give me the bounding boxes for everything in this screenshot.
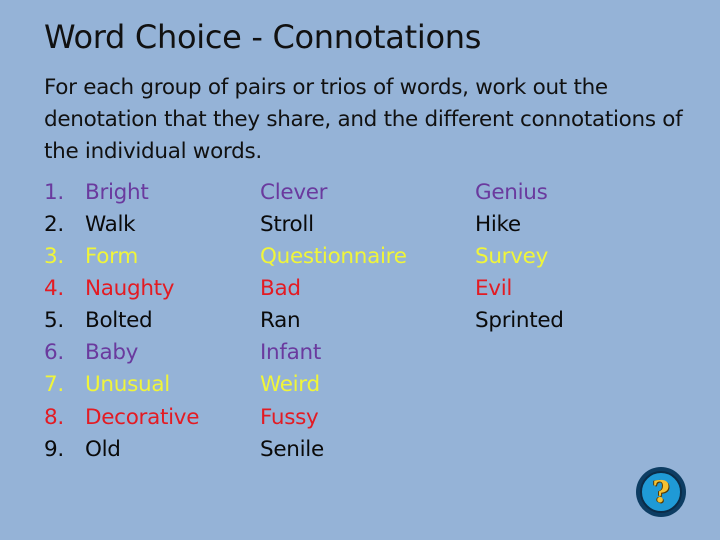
word-1: Unusual [85, 372, 170, 397]
word-3: Genius [475, 180, 548, 205]
word-2: Questionnaire [260, 244, 407, 269]
question-mark-icon: ? [640, 471, 682, 513]
row-number: 7. [44, 372, 64, 397]
word-group-row: 3. Form Questionnaire Survey [0, 244, 720, 276]
row-number: 6. [44, 340, 64, 365]
word-3: Survey [475, 244, 548, 269]
word-1: Naughty [85, 276, 175, 301]
word-3: Evil [475, 276, 513, 301]
row-number: 9. [44, 437, 64, 462]
word-2: Bad [260, 276, 301, 301]
word-1: Decorative [85, 405, 200, 430]
row-number: 2. [44, 212, 64, 237]
row-number: 4. [44, 276, 64, 301]
row-number: 3. [44, 244, 64, 269]
word-group-row: 7. Unusual Weird [0, 372, 720, 404]
word-2: Fussy [260, 405, 319, 430]
word-2: Clever [260, 180, 328, 205]
row-number: 1. [44, 180, 64, 205]
word-1: Baby [85, 340, 139, 365]
word-group-row: 8. Decorative Fussy [0, 405, 720, 437]
word-group-row: 4. Naughty Bad Evil [0, 276, 720, 308]
slide-title: Word Choice - Connotations [44, 18, 482, 56]
row-number: 5. [44, 308, 64, 333]
word-3: Sprinted [475, 308, 564, 333]
word-1: Bright [85, 180, 149, 205]
word-2: Weird [260, 372, 320, 397]
word-group-row: 5. Bolted Ran Sprinted [0, 308, 720, 340]
word-2: Infant [260, 340, 321, 365]
word-group-row: 1. Bright Clever Genius [0, 180, 720, 212]
word-3: Hike [475, 212, 521, 237]
word-2: Senile [260, 437, 324, 462]
word-2: Stroll [260, 212, 314, 237]
word-group-row: 2. Walk Stroll Hike [0, 212, 720, 244]
word-1: Walk [85, 212, 136, 237]
word-1: Bolted [85, 308, 153, 333]
row-number: 8. [44, 405, 64, 430]
word-2: Ran [260, 308, 301, 333]
word-group-row: 6. Baby Infant [0, 340, 720, 372]
word-1: Old [85, 437, 121, 462]
slide-instructions: For each group of pairs or trios of word… [44, 75, 683, 164]
help-button[interactable]: ? [636, 467, 686, 517]
word-group-row: 9. Old Senile [0, 437, 720, 469]
word-1: Form [85, 244, 138, 269]
